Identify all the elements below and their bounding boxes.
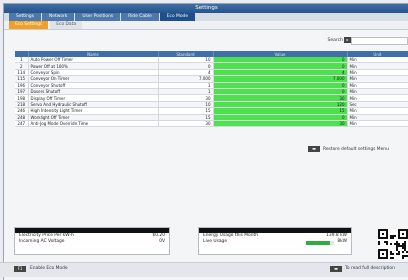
cost-panel: Electricity Price Per kW-h $0.20 Incomin…	[14, 227, 170, 255]
row-value[interactable]: 30	[213, 120, 348, 128]
panel-row: Incoming AC Voltage 0V	[15, 239, 169, 245]
tab-ride-cable[interactable]: Ride Cable	[121, 13, 159, 21]
live-usage-fill	[306, 240, 331, 245]
search-label: Search	[327, 38, 343, 43]
panel-row: Live Usage 8kW	[199, 239, 351, 245]
search-input[interactable]	[351, 37, 408, 45]
ac-voltage-value: 0V	[159, 239, 165, 244]
sub-tabs: Eco Settings Eco Data	[4, 21, 408, 30]
main-tabs: Settings Network User Positions Ride Cab…	[4, 13, 408, 21]
live-usage-label: Live Usage	[203, 239, 228, 244]
row-standard: 30	[158, 120, 214, 128]
restore-defaults: ▬ Restore default settings Menu	[308, 146, 389, 152]
search-row: Search ▸	[0, 37, 408, 45]
bottom-bar: F1 Enable Eco Mode ▬ To read full descri…	[0, 262, 408, 277]
subtab-eco-data[interactable]: Eco Data	[50, 21, 83, 29]
live-usage-value: 8kW	[337, 239, 347, 244]
tab-network[interactable]: Network	[42, 13, 75, 21]
table-row[interactable]: 247 Anti-Jog Mode Override Time 30 30 Min	[15, 120, 408, 128]
live-usage-group: 8kW	[306, 239, 347, 245]
enable-eco-mode-button[interactable]: F1	[14, 266, 26, 272]
tab-user-positions[interactable]: User Positions	[75, 13, 121, 21]
tab-settings[interactable]: Settings	[9, 13, 42, 21]
energy-panel: Energy Usage this Month 139.8 kW Live Us…	[198, 227, 352, 255]
row-unit: Min	[347, 120, 408, 128]
restore-defaults-button[interactable]: ▬	[308, 146, 320, 152]
qr-code-icon	[378, 229, 408, 259]
row-name: Anti-Jog Mode Override Time	[28, 120, 159, 128]
subtab-eco-settings[interactable]: Eco Settings	[9, 21, 49, 29]
search-button[interactable]: ▸	[344, 37, 351, 43]
read-description-button[interactable]: ▬	[330, 266, 342, 272]
restore-defaults-label: Restore default settings Menu	[323, 146, 389, 152]
enable-eco-mode-label: Enable Eco Mode	[30, 266, 68, 271]
settings-table: Name Standard Value Unit 1 Auto Power Off…	[15, 51, 408, 128]
table-body: 1 Auto Power Off Timer 10 0 Min 2 Power Off at…	[15, 57, 408, 128]
window-title: Settings	[4, 4, 408, 13]
read-description-label: To read full description	[345, 266, 395, 271]
ac-voltage-label: Incoming AC Voltage	[19, 239, 65, 244]
row-id: 247	[15, 120, 29, 128]
tab-eco-mode[interactable]: Eco Mode	[159, 13, 196, 21]
live-usage-bar	[306, 240, 335, 245]
